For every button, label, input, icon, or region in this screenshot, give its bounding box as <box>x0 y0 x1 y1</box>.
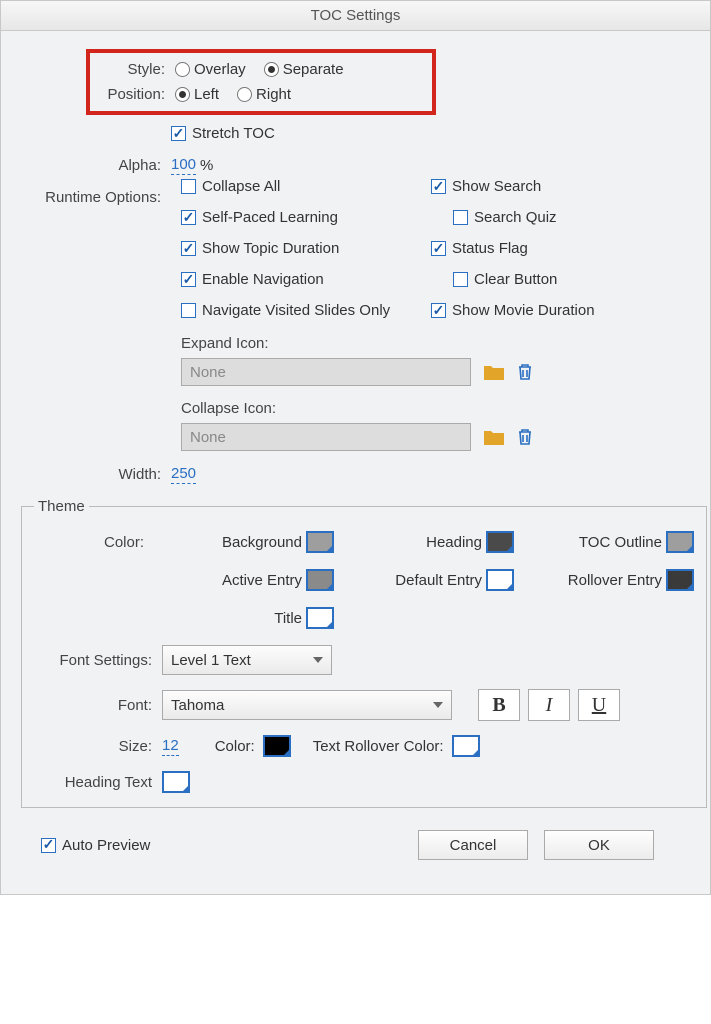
font-label: Font: <box>34 697 154 714</box>
style-overlay-radio[interactable]: Overlay <box>175 61 246 78</box>
toc-settings-dialog: TOC Settings Style: Overlay Separate P <box>0 0 711 895</box>
collapse-all-checkbox[interactable]: Collapse All <box>181 178 431 195</box>
rollover-entry-color-swatch[interactable] <box>666 569 694 591</box>
cancel-button[interactable]: Cancel <box>418 830 528 860</box>
text-color-label: Color: <box>215 738 255 755</box>
bold-button[interactable]: B <box>478 689 520 721</box>
show-topic-duration-checkbox[interactable]: Show Topic Duration <box>181 240 431 257</box>
text-rollover-color-swatch[interactable] <box>452 735 480 757</box>
alpha-unit: % <box>200 157 213 174</box>
active-entry-color-swatch[interactable] <box>306 569 334 591</box>
radio-icon <box>175 62 190 77</box>
collapse-icon-label: Collapse Icon: <box>181 400 682 417</box>
checkbox-icon <box>181 241 196 256</box>
heading-color-swatch[interactable] <box>486 531 514 553</box>
ok-button[interactable]: OK <box>544 830 654 860</box>
toc-outline-color-swatch[interactable] <box>666 531 694 553</box>
style-separate-radio[interactable]: Separate <box>264 61 344 78</box>
theme-fieldset: Theme Color: Background Heading TOC Outl… <box>21 498 707 808</box>
self-paced-learning-checkbox[interactable]: Self-Paced Learning <box>181 209 431 226</box>
navigate-visited-checkbox[interactable]: Navigate Visited Slides Only <box>181 302 431 319</box>
heading-text-label: Heading Text <box>34 774 154 791</box>
clear-button-checkbox[interactable]: Clear Button <box>431 271 651 288</box>
trash-icon[interactable] <box>517 428 533 446</box>
italic-button[interactable]: I <box>528 689 570 721</box>
checkbox-icon <box>181 272 196 287</box>
font-settings-label: Font Settings: <box>34 652 154 669</box>
enable-navigation-checkbox[interactable]: Enable Navigation <box>181 271 431 288</box>
expand-icon-input[interactable]: None <box>181 358 471 386</box>
radio-icon <box>264 62 279 77</box>
background-color-swatch[interactable] <box>306 531 334 553</box>
stretch-toc-checkbox[interactable]: Stretch TOC <box>171 125 275 142</box>
folder-icon[interactable] <box>483 428 505 446</box>
radio-icon <box>237 87 252 102</box>
size-label: Size: <box>34 738 154 755</box>
heading-text-color-swatch[interactable] <box>162 771 190 793</box>
checkbox-icon <box>453 272 468 287</box>
checkbox-icon <box>181 210 196 225</box>
show-movie-duration-checkbox[interactable]: Show Movie Duration <box>431 302 651 319</box>
size-value[interactable]: 12 <box>162 737 179 756</box>
search-quiz-checkbox[interactable]: Search Quiz <box>431 209 651 226</box>
text-rollover-label: Text Rollover Color: <box>313 738 444 755</box>
position-right-radio[interactable]: Right <box>237 86 291 103</box>
checkbox-icon <box>41 838 56 853</box>
checkbox-icon <box>431 241 446 256</box>
window-title: TOC Settings <box>311 7 401 24</box>
dialog-content: Style: Overlay Separate Position: <box>1 31 710 894</box>
width-label: Width: <box>21 466 171 483</box>
style-label: Style: <box>90 61 175 78</box>
radio-icon <box>175 87 190 102</box>
width-value[interactable]: 250 <box>171 465 196 484</box>
trash-icon[interactable] <box>517 363 533 381</box>
show-search-checkbox[interactable]: Show Search <box>431 178 651 195</box>
font-settings-select[interactable]: Level 1 Text <box>162 645 332 675</box>
color-label: Color: <box>34 534 154 551</box>
position-left-radio[interactable]: Left <box>175 86 219 103</box>
default-entry-color-swatch[interactable] <box>486 569 514 591</box>
checkbox-icon <box>181 303 196 318</box>
font-select[interactable]: Tahoma <box>162 690 452 720</box>
underline-button[interactable]: U <box>578 689 620 721</box>
theme-legend: Theme <box>34 498 89 515</box>
collapse-icon-input[interactable]: None <box>181 423 471 451</box>
checkbox-icon <box>453 210 468 225</box>
checkbox-icon <box>431 179 446 194</box>
text-color-swatch[interactable] <box>263 735 291 757</box>
title-color-swatch[interactable] <box>306 607 334 629</box>
highlight-box: Style: Overlay Separate Position: <box>86 49 436 115</box>
alpha-label: Alpha: <box>21 157 171 174</box>
folder-icon[interactable] <box>483 363 505 381</box>
titlebar: TOC Settings <box>1 1 710 31</box>
runtime-label: Runtime Options: <box>21 189 171 206</box>
auto-preview-checkbox[interactable]: Auto Preview <box>41 837 150 854</box>
status-flag-checkbox[interactable]: Status Flag <box>431 240 651 257</box>
alpha-value[interactable]: 100 <box>171 156 196 175</box>
position-label: Position: <box>90 86 175 103</box>
expand-icon-label: Expand Icon: <box>181 335 682 352</box>
checkbox-icon <box>181 179 196 194</box>
checkbox-icon <box>431 303 446 318</box>
checkbox-icon <box>171 126 186 141</box>
